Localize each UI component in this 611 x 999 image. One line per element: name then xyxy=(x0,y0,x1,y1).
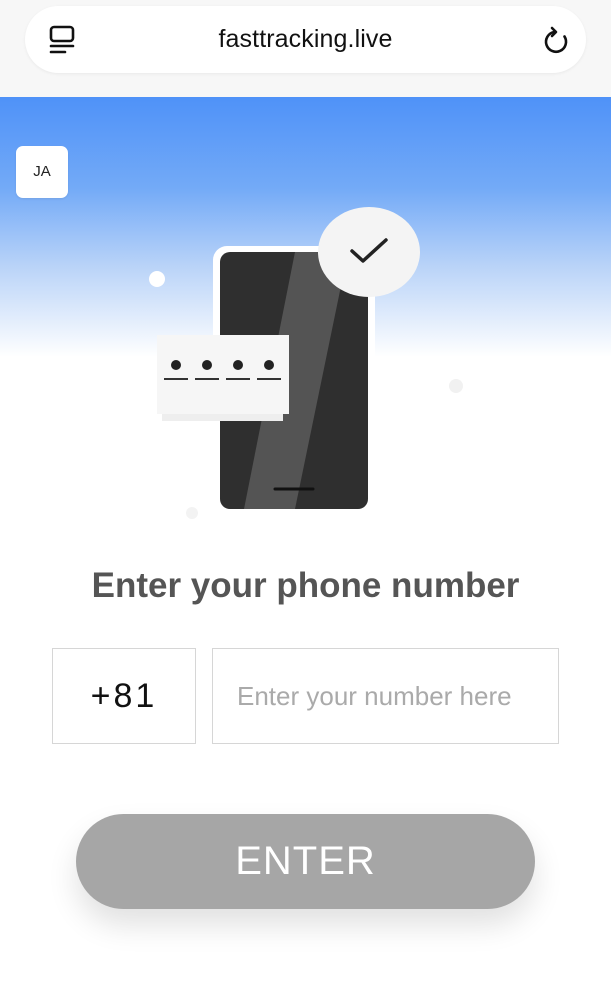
country-code-selector[interactable]: +81 xyxy=(52,648,196,744)
page: fasttracking.live JA Enter your phone nu… xyxy=(0,0,611,999)
phone-number-input[interactable] xyxy=(212,648,559,744)
pin-card xyxy=(157,335,289,414)
url-text[interactable]: fasttracking.live xyxy=(125,6,486,73)
decor-dot xyxy=(449,379,463,393)
language-button[interactable]: JA xyxy=(16,146,68,198)
smartphone-illustration xyxy=(149,207,463,519)
browser-chrome: fasttracking.live xyxy=(0,0,611,97)
check-bubble xyxy=(318,207,420,297)
address-bar[interactable]: fasttracking.live xyxy=(25,6,586,73)
reload-icon[interactable] xyxy=(542,26,572,56)
enter-button[interactable]: ENTER xyxy=(76,814,535,909)
decor-dot xyxy=(186,507,198,519)
page-title: Enter your phone number xyxy=(91,566,520,605)
decor-dot xyxy=(149,271,165,287)
reader-mode-icon[interactable] xyxy=(48,25,76,55)
